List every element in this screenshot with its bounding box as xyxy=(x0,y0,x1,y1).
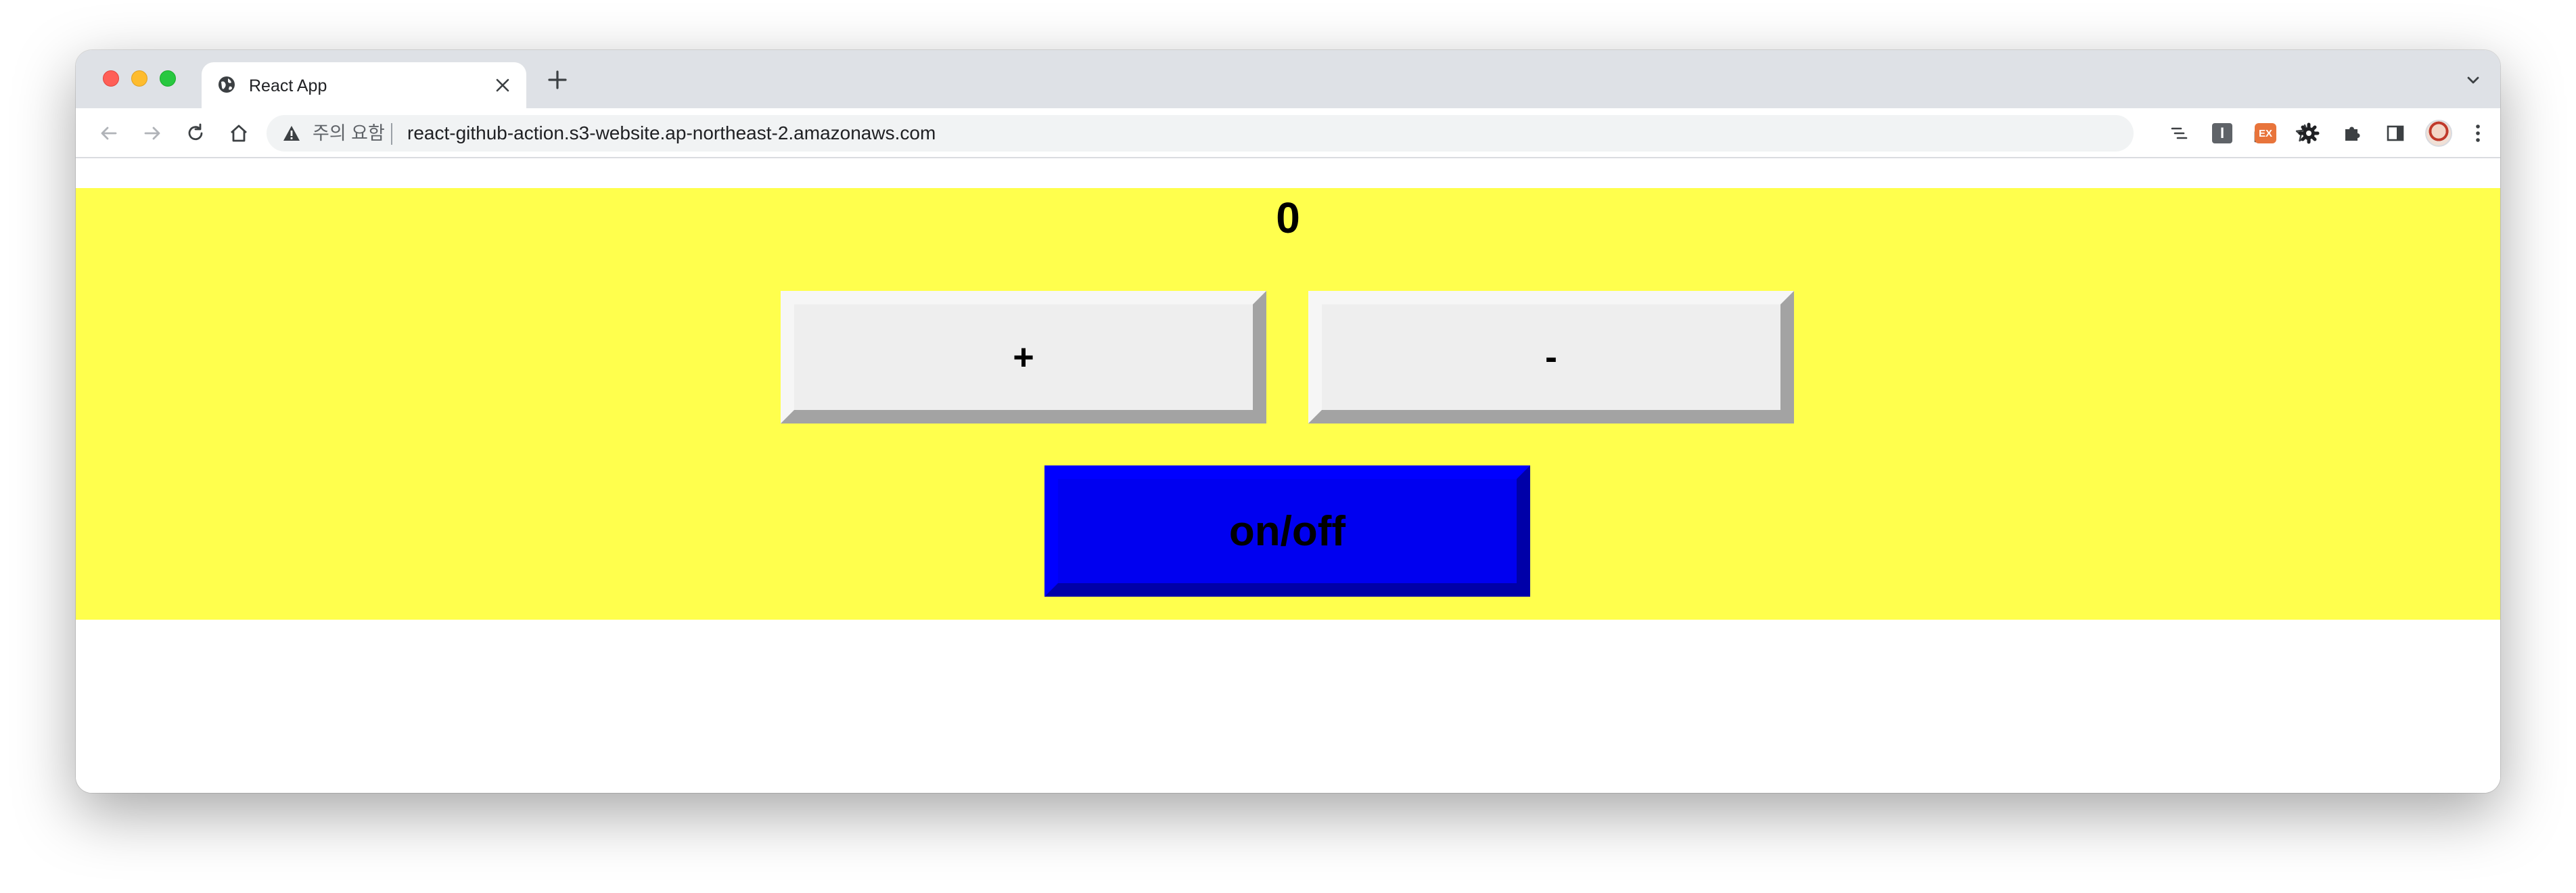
reload-icon xyxy=(188,123,203,141)
browser-toolbar: 주의 요함 react-github-action.s3-website.ap-… xyxy=(76,108,2500,158)
plus-icon xyxy=(548,70,567,89)
warning-triangle-icon[interactable] xyxy=(281,123,302,143)
increment-button[interactable]: + xyxy=(781,291,1266,423)
reading-list-icon[interactable] xyxy=(2163,118,2194,149)
extension-i-button[interactable]: I xyxy=(2207,118,2238,149)
omnibox-separator xyxy=(391,123,392,145)
counter-value: 0 xyxy=(1276,193,1300,242)
tab-title: React App xyxy=(249,76,327,95)
home-icon xyxy=(231,124,247,142)
avatar xyxy=(2425,120,2452,147)
arrow-left-icon xyxy=(101,127,117,140)
app-container: 0 + - on/off xyxy=(76,188,2500,620)
new-tab-button[interactable] xyxy=(541,64,574,96)
arrow-right-icon xyxy=(144,127,160,140)
address-bar[interactable]: 주의 요함 react-github-action.s3-website.ap-… xyxy=(267,115,2314,152)
globe-icon xyxy=(216,74,237,95)
chevron-down-icon xyxy=(2467,76,2479,84)
tab-strip: React App xyxy=(76,50,2500,108)
extension-i-icon: I xyxy=(2212,123,2232,143)
back-button[interactable] xyxy=(93,118,124,149)
maximize-window-button[interactable] xyxy=(160,70,176,87)
reload-button[interactable] xyxy=(180,118,211,149)
close-window-button[interactable] xyxy=(103,70,119,87)
minimize-window-button[interactable] xyxy=(131,70,147,87)
close-icon[interactable] xyxy=(491,74,514,97)
url-text[interactable]: react-github-action.s3-website.ap-northe… xyxy=(407,123,936,143)
puzzle-icon[interactable] xyxy=(2337,118,2368,149)
browser-window: React App 주의 요함 react-github-action.s3-w… xyxy=(76,50,2500,793)
tab-search-button[interactable] xyxy=(2462,69,2484,91)
tab-react-app[interactable]: React App xyxy=(202,62,526,108)
side-panel-icon[interactable] xyxy=(2380,118,2411,149)
toggle-button[interactable]: on/off xyxy=(1044,465,1530,597)
page-viewport: 0 + - on/off xyxy=(76,159,2500,793)
extension-ex-icon: EX xyxy=(2255,123,2276,143)
security-status-label[interactable]: 주의 요함 xyxy=(313,123,385,143)
kebab-menu-icon[interactable] xyxy=(2462,118,2493,149)
settings-gear-icon[interactable] xyxy=(2293,118,2324,149)
decrement-button[interactable]: - xyxy=(1308,291,1794,423)
profile-avatar[interactable] xyxy=(2423,118,2454,149)
extension-ex-button[interactable]: EX xyxy=(2250,118,2281,149)
forward-button[interactable] xyxy=(137,118,168,149)
home-button[interactable] xyxy=(223,118,254,149)
